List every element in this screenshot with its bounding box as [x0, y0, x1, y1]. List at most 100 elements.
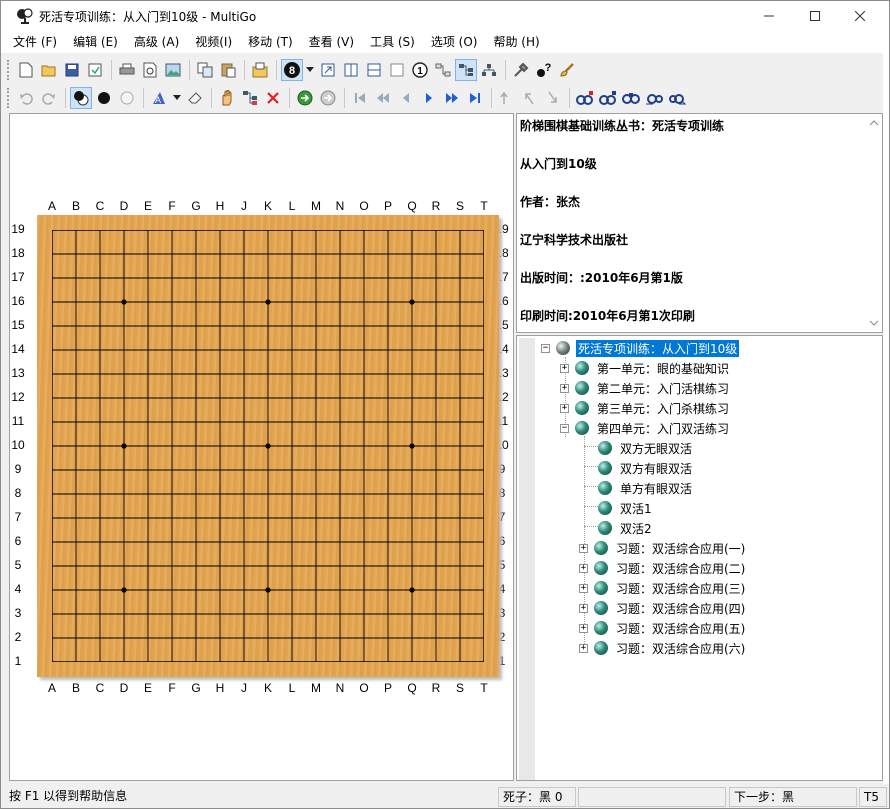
tree-node-child[interactable]: 双活2 — [598, 518, 654, 538]
expand-icon[interactable]: + — [579, 643, 588, 653]
column-label: J — [241, 681, 247, 695]
fast-back-icon[interactable] — [372, 87, 394, 109]
find-comment-icon[interactable] — [574, 87, 596, 109]
export-image-icon[interactable] — [162, 59, 184, 81]
info-scrollbar[interactable] — [866, 114, 882, 332]
scroll-down-icon[interactable] — [866, 316, 882, 330]
mark-icon[interactable]: A — [148, 87, 170, 109]
menu-video[interactable]: 视频(I) — [187, 31, 240, 53]
column-label: E — [143, 681, 152, 695]
tree-node-unit-4[interactable]: − 第四单元：入门双活练习 — [560, 418, 731, 438]
scroll-up-icon[interactable] — [866, 116, 882, 130]
help-context-icon[interactable]: ? — [533, 59, 555, 81]
tree-horizontal-icon[interactable] — [478, 59, 500, 81]
properties-icon[interactable] — [249, 59, 271, 81]
prev-branch-icon[interactable] — [519, 87, 541, 109]
collapse-icon[interactable]: − — [560, 423, 569, 433]
save-icon[interactable] — [61, 59, 83, 81]
tree-node-unit-3[interactable]: + 第三单元：入门杀棋练习 — [560, 398, 731, 418]
undo-icon[interactable] — [15, 87, 37, 109]
fast-forward-icon[interactable] — [441, 87, 463, 109]
tree-node-exercise[interactable]: + 习题：双活综合应用(一) — [579, 538, 747, 558]
menu-help[interactable]: 帮助 (H) — [485, 31, 547, 53]
play-icon[interactable] — [294, 87, 316, 109]
tree-node-exercise[interactable]: + 习题：双活综合应用(六) — [579, 638, 747, 658]
close-button[interactable] — [837, 1, 883, 31]
view-split-icon[interactable] — [363, 59, 385, 81]
go-board[interactable] — [37, 215, 499, 677]
menu-edit[interactable]: 编辑 (E) — [65, 31, 126, 53]
tree-node-child[interactable]: 双方有眼双活 — [598, 458, 694, 478]
add-variation-icon[interactable] — [239, 87, 261, 109]
print-icon[interactable] — [116, 59, 138, 81]
menu-view[interactable]: 查看 (V) — [301, 31, 362, 53]
menu-tools[interactable]: 工具 (S) — [362, 31, 423, 53]
black-stone-icon[interactable] — [93, 87, 115, 109]
number-one-icon[interactable]: 1 — [409, 59, 431, 81]
view-board-icon[interactable] — [340, 59, 362, 81]
delete-icon[interactable] — [262, 87, 284, 109]
auto-play-icon[interactable] — [317, 87, 339, 109]
search-prev-icon[interactable] — [643, 87, 665, 109]
search-icon[interactable] — [620, 87, 642, 109]
tree-node-unit-1[interactable]: + 第一单元：眼的基础知识 — [560, 358, 731, 378]
tree-node-unit-2[interactable]: + 第二单元：入门活棋练习 — [560, 378, 731, 398]
maximize-button[interactable] — [792, 1, 838, 31]
paste-icon[interactable] — [217, 59, 239, 81]
next-branch-icon[interactable] — [542, 87, 564, 109]
tree-node-exercise[interactable]: + 习题：双活综合应用(五) — [579, 618, 747, 638]
back-icon[interactable] — [395, 87, 417, 109]
hand-icon[interactable] — [216, 87, 238, 109]
forward-icon[interactable] — [418, 87, 440, 109]
white-stone-icon[interactable] — [116, 87, 138, 109]
tree-icon[interactable] — [432, 59, 454, 81]
tools-icon[interactable] — [510, 59, 532, 81]
mark-dropdown-icon[interactable] — [171, 87, 183, 109]
last-move-icon[interactable] — [464, 87, 486, 109]
row-label: 2 — [14, 630, 22, 644]
dropdown-icon[interactable] — [304, 59, 316, 81]
menu-file[interactable]: 文件 (F) — [5, 31, 65, 53]
toolbar-grip[interactable] — [7, 60, 11, 80]
tree-node-exercise[interactable]: + 习题：双活综合应用(二) — [579, 558, 747, 578]
search-next-icon[interactable] — [666, 87, 688, 109]
tree-node-child[interactable]: 单方有眼双活 — [598, 478, 694, 498]
expand-icon[interactable]: + — [579, 603, 588, 613]
save-as-icon[interactable] — [84, 59, 106, 81]
move-number-button[interactable]: 8 — [281, 59, 303, 81]
view-wide-icon[interactable] — [386, 59, 408, 81]
copy-icon[interactable] — [194, 59, 216, 81]
expand-icon[interactable]: + — [579, 563, 588, 573]
menu-advanced[interactable]: 高级 (A) — [126, 31, 187, 53]
up-branch-icon[interactable] — [496, 87, 518, 109]
tree-node-exercise[interactable]: + 习题：双活综合应用(三) — [579, 578, 747, 598]
alternate-play-icon[interactable] — [70, 87, 92, 109]
open-icon[interactable] — [38, 59, 60, 81]
menu-options[interactable]: 选项 (O) — [423, 31, 486, 53]
expand-icon[interactable]: + — [579, 623, 588, 633]
collapse-icon[interactable]: − — [541, 343, 550, 353]
tree-scrollbar[interactable] — [519, 338, 535, 780]
tree-node-child[interactable]: 双方无眼双活 — [598, 438, 694, 458]
tree-node-child[interactable]: 双活1 — [598, 498, 654, 518]
expand-icon[interactable]: + — [579, 543, 588, 553]
toolbar-grip[interactable] — [7, 88, 11, 108]
first-move-icon[interactable] — [349, 87, 371, 109]
new-icon[interactable] — [15, 59, 37, 81]
print-preview-icon[interactable] — [139, 59, 161, 81]
tree-vertical-icon[interactable] — [455, 59, 477, 81]
minimize-button[interactable] — [746, 1, 792, 31]
expand-icon[interactable]: + — [579, 583, 588, 593]
tree-node-exercise[interactable]: + 习题：双活综合应用(四) — [579, 598, 747, 618]
eraser-icon[interactable] — [184, 87, 206, 109]
find-next-comment-icon[interactable] — [597, 87, 619, 109]
expand-icon[interactable]: + — [560, 363, 569, 373]
app-icon[interactable] — [15, 6, 35, 26]
expand-icon[interactable]: + — [560, 383, 569, 393]
brush-icon[interactable] — [556, 59, 578, 81]
expand-icon[interactable]: + — [560, 403, 569, 413]
menu-move[interactable]: 移动 (T) — [240, 31, 301, 53]
redo-icon[interactable] — [38, 87, 60, 109]
tree-node-root[interactable]: − 死活专项训练：从入门到10级 — [541, 338, 740, 358]
goto-icon[interactable] — [317, 59, 339, 81]
